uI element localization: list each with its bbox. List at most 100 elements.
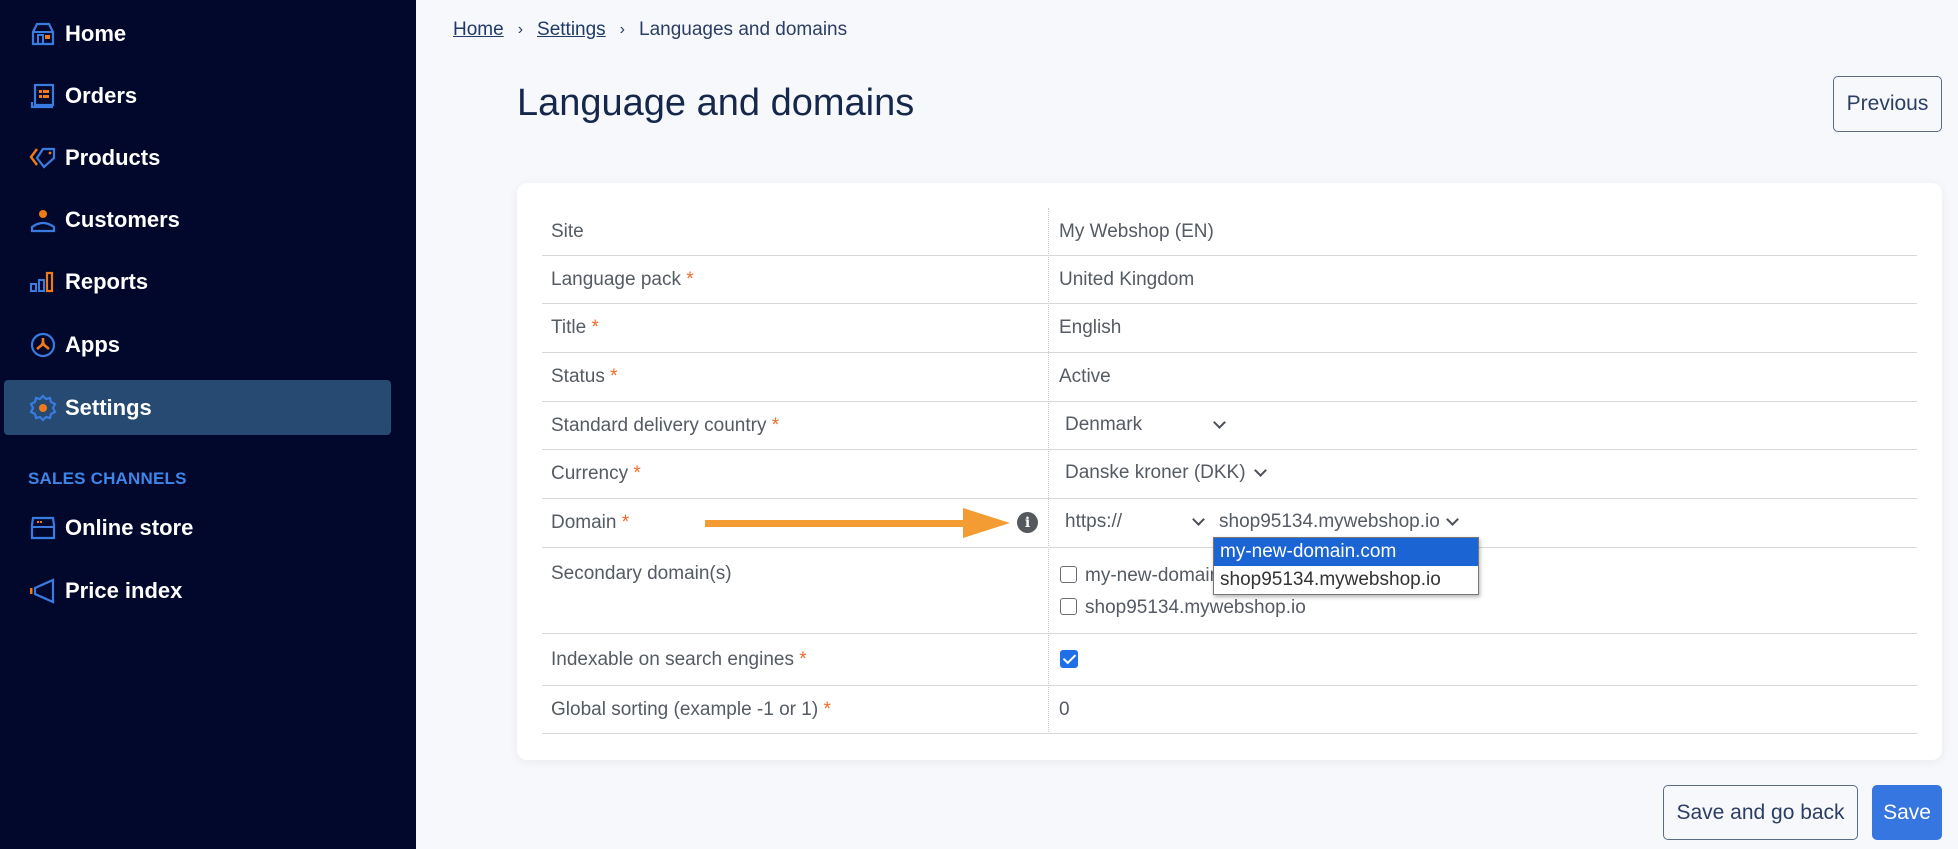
user-icon	[28, 205, 58, 235]
field-label: Indexable on search engines *	[551, 649, 807, 671]
global-sorting-input[interactable]: 0	[1059, 699, 1070, 721]
field-label: Standard delivery country *	[551, 415, 779, 437]
annotation-arrow	[705, 508, 1010, 538]
required-marker: *	[591, 317, 599, 338]
field-label: Global sorting (example -1 or 1) *	[551, 699, 831, 721]
sidebar-item-label: Online store	[65, 514, 194, 540]
field-label: Language pack *	[551, 269, 694, 291]
sidebar-item-label: Price index	[65, 577, 183, 603]
site-value: My Webshop (EN)	[1059, 221, 1214, 242]
title-value: English	[1059, 317, 1122, 338]
secondary-domain-label: shop95134.mywebshop.io	[1085, 597, 1306, 618]
sidebar-item-label: Home	[65, 20, 127, 46]
chevron-right-icon: ›	[517, 21, 524, 38]
protocol-select[interactable]: https://	[1065, 511, 1215, 533]
field-label: Site	[551, 221, 584, 243]
chevron-down-icon	[1213, 416, 1226, 429]
delivery-country-select[interactable]: Denmark	[1065, 414, 1235, 436]
field-label: Domain *	[551, 512, 629, 534]
form-row-title: Title * English	[542, 304, 1917, 353]
field-label: Status *	[551, 366, 618, 388]
previous-button[interactable]: Previous	[1833, 76, 1942, 132]
form-row-currency: Currency * Danske kroner (DKK)	[542, 450, 1917, 499]
sidebar-item-label: Products	[65, 144, 161, 170]
orders-icon	[28, 81, 58, 111]
chevron-down-icon	[1253, 464, 1267, 477]
info-icon[interactable]: i	[1017, 512, 1038, 533]
selected-value: shop95134.mywebshop.io	[1219, 511, 1440, 532]
save-and-go-back-button[interactable]: Save and go back	[1663, 785, 1858, 840]
breadcrumb-current: Languages and domains	[639, 19, 848, 40]
sidebar-item-label: Orders	[65, 82, 138, 108]
sidebar-item-settings[interactable]: Settings	[4, 380, 391, 435]
required-marker: *	[621, 512, 630, 533]
label-text: Indexable on search engines	[551, 649, 794, 670]
breadcrumb-settings-link[interactable]: Settings	[537, 19, 606, 41]
selected-value: Denmark	[1065, 414, 1143, 435]
field-label: Secondary domain(s)	[551, 563, 732, 584]
apps-icon	[28, 330, 58, 360]
domain-select[interactable]: shop95134.mywebshop.io	[1219, 511, 1479, 533]
label-text: Title	[551, 317, 587, 338]
form-row-indexable: Indexable on search engines *	[542, 634, 1917, 686]
sidebar-item-label: Settings	[65, 394, 152, 420]
breadcrumb: Home › Settings › Languages and domains	[453, 19, 847, 41]
sidebar-item-home[interactable]: Home	[4, 6, 391, 61]
currency-select[interactable]: Danske kroner (DKK)	[1065, 462, 1285, 484]
megaphone-icon	[28, 576, 58, 606]
form-row-site: Site My Webshop (EN)	[542, 208, 1917, 256]
sidebar-item-label: Customers	[65, 206, 180, 232]
sidebar-item-orders[interactable]: Orders	[4, 68, 391, 123]
required-marker: *	[686, 269, 694, 290]
form-row-delivery-country: Standard delivery country * Denmark	[542, 402, 1917, 450]
sales-channels-heading: SALES CHANNELS	[28, 469, 187, 488]
label-text: Status	[551, 366, 605, 387]
chevron-right-icon: ›	[619, 21, 625, 38]
label-text: Language pack	[551, 269, 681, 290]
sidebar-item-reports[interactable]: Reports	[4, 254, 391, 309]
indexable-checkbox[interactable]	[1060, 650, 1078, 668]
field-label: Title *	[551, 317, 599, 339]
secondary-domain-checkbox[interactable]	[1060, 566, 1077, 583]
breadcrumb-home-link[interactable]: Home	[453, 19, 504, 41]
sidebar-item-apps[interactable]: Apps	[4, 317, 391, 372]
bar-chart-icon	[28, 267, 58, 297]
selected-value: Danske kroner (DKK)	[1065, 462, 1246, 483]
required-marker: *	[633, 463, 641, 484]
field-label: Currency *	[551, 463, 641, 485]
label-text: Domain	[551, 512, 617, 533]
tag-icon	[28, 143, 58, 173]
label-text: Global sorting (example -1 or 1)	[551, 699, 819, 720]
required-marker: *	[610, 366, 618, 387]
home-icon	[28, 19, 58, 49]
required-marker: *	[799, 649, 807, 670]
selected-value: https://	[1065, 511, 1123, 532]
status-value: Active	[1059, 366, 1111, 387]
sidebar-item-label: Apps	[65, 331, 120, 357]
form-row-language-pack: Language pack * United Kingdom	[542, 256, 1917, 304]
label-text: Site	[551, 221, 584, 242]
label-text: Currency	[551, 463, 629, 484]
dropdown-option[interactable]: my-new-domain.com	[1214, 538, 1478, 566]
store-icon	[28, 513, 58, 543]
required-marker: *	[771, 415, 780, 436]
sidebar-item-price-index[interactable]: Price index	[4, 563, 391, 618]
gear-icon	[28, 393, 58, 423]
chevron-down-icon	[1445, 513, 1459, 526]
form-row-status: Status * Active	[542, 353, 1917, 402]
chevron-down-icon	[1192, 513, 1205, 526]
language-pack-value: United Kingdom	[1059, 269, 1195, 290]
sidebar-item-online-store[interactable]: Online store	[4, 500, 391, 555]
sidebar: Home Orders Products Customers Reports A…	[0, 0, 416, 849]
page-title: Language and domains	[517, 82, 915, 124]
dropdown-option[interactable]: shop95134.mywebshop.io	[1214, 566, 1478, 594]
secondary-domain-checkbox[interactable]	[1060, 598, 1077, 615]
required-marker: *	[823, 699, 831, 720]
sidebar-item-customers[interactable]: Customers	[4, 192, 391, 247]
save-button[interactable]: Save	[1872, 785, 1942, 840]
label-text: Standard delivery country	[551, 415, 767, 436]
sidebar-item-products[interactable]: Products	[4, 130, 391, 185]
sidebar-item-label: Reports	[65, 268, 149, 294]
form-row-global-sorting: Global sorting (example -1 or 1) * 0	[542, 686, 1917, 734]
domain-dropdown-list: my-new-domain.com shop95134.mywebshop.io	[1213, 537, 1479, 595]
